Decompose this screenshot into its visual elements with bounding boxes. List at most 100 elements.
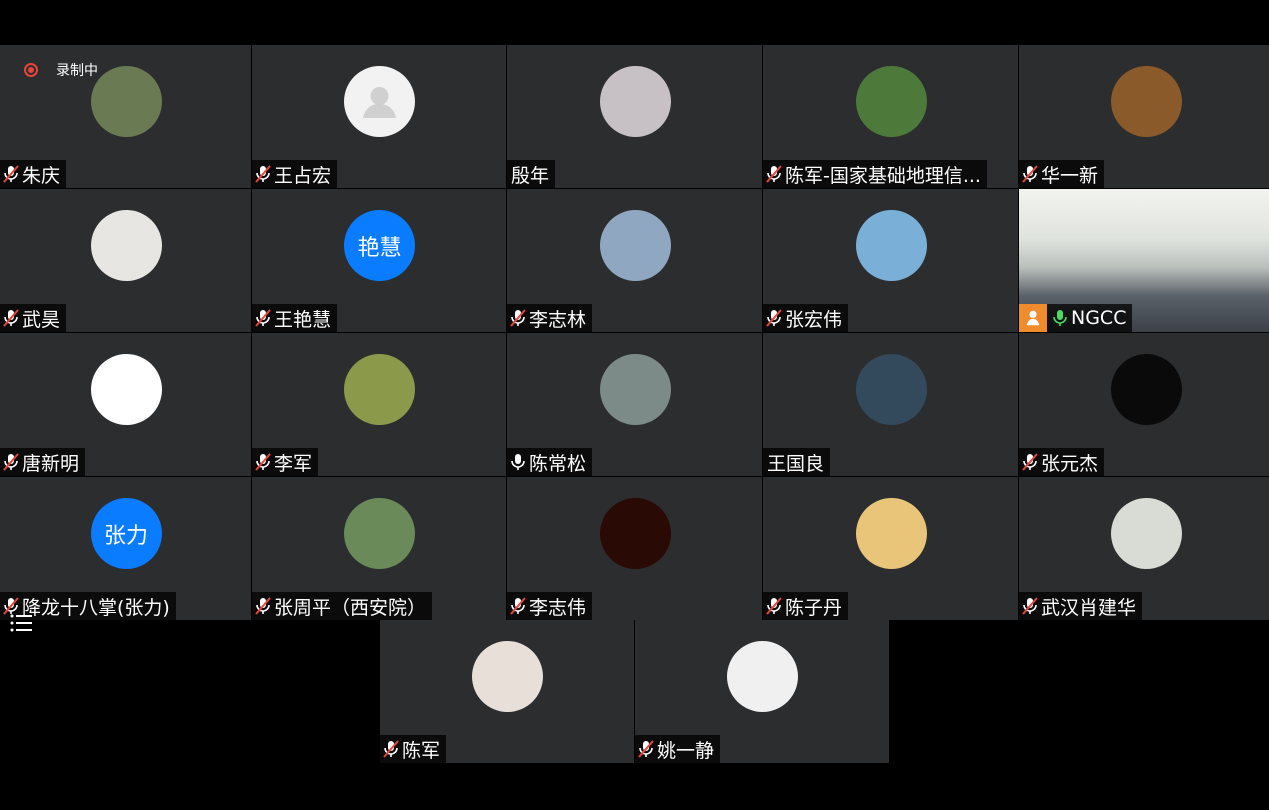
participant-name: 陈军: [402, 739, 441, 762]
participant-namebar: 李志林: [507, 304, 593, 332]
mic-muted-icon: [255, 597, 271, 615]
mic-on-icon: [1053, 310, 1067, 326]
mic-muted-icon: [383, 740, 399, 758]
mic-muted-icon: [255, 165, 271, 183]
mic-muted-icon: [510, 597, 526, 615]
avatar: [599, 66, 671, 137]
participant-namebar: 陈军: [380, 735, 447, 763]
participant-namebar: 武昊: [0, 304, 67, 332]
avatar: [727, 641, 798, 712]
participant-tile[interactable]: 殷年: [507, 45, 762, 188]
avatar: [855, 354, 927, 425]
mic-muted-icon: [766, 309, 782, 327]
participant-namebar: 张周平（西安院）: [252, 592, 433, 620]
avatar-initials: 艳慧: [344, 210, 415, 281]
participant-namebar: 姚一静: [635, 735, 721, 763]
participant-tile[interactable]: 武昊: [0, 189, 251, 332]
participant-tile[interactable]: 李志林: [507, 189, 762, 332]
participant-tile[interactable]: NGCC: [1019, 189, 1269, 332]
participant-namebar: 朱庆: [0, 160, 67, 188]
participant-tile[interactable]: 陈军: [380, 620, 634, 763]
avatar: [90, 210, 162, 281]
participant-name: 朱庆: [22, 164, 61, 187]
participant-tile[interactable]: 王国良: [763, 333, 1018, 476]
participant-tile[interactable]: 姚一静: [635, 620, 889, 763]
avatar: [599, 498, 671, 569]
participant-tile[interactable]: 陈常松: [507, 333, 762, 476]
mic-muted-icon: [255, 453, 271, 471]
mic-muted-icon: [1022, 165, 1038, 183]
participant-tile[interactable]: 陈子丹: [763, 477, 1018, 620]
mic-muted-icon: [255, 309, 271, 327]
participant-namebar: 陈子丹: [763, 592, 849, 620]
participant-name: 华一新: [1041, 164, 1099, 187]
participant-namebar: NGCC: [1019, 304, 1133, 332]
participant-namebar: 王国良: [763, 448, 831, 476]
participant-name: 姚一静: [657, 739, 715, 762]
participant-tile[interactable]: 王占宏: [252, 45, 506, 188]
participant-tile[interactable]: 张元杰: [1019, 333, 1269, 476]
participant-tile[interactable]: 华一新: [1019, 45, 1269, 188]
mic-muted-icon: [1022, 453, 1038, 471]
participant-tile[interactable]: 李志伟: [507, 477, 762, 620]
participant-namebar: 王占宏: [252, 160, 338, 188]
avatar: [344, 354, 415, 425]
avatar: [855, 66, 927, 137]
participant-namebar: 陈军-国家基础地理信...: [763, 160, 987, 188]
recording-indicator[interactable]: 录制中: [24, 60, 98, 80]
participant-tile[interactable]: 张力 降龙十八掌(张力): [0, 477, 251, 620]
participant-grid-bottom: 陈军 姚一静: [380, 620, 889, 763]
avatar: [90, 66, 162, 137]
avatar: [472, 641, 543, 712]
participant-name: 王占宏: [274, 164, 332, 187]
participant-tile[interactable]: 武汉肖建华: [1019, 477, 1269, 620]
participant-tile[interactable]: 张周平（西安院）: [252, 477, 506, 620]
participant-grid: 朱庆 王占宏 殷年 陈军-国家基础地理信... 华一新 武昊 艳慧 王艳慧 李志林 张宏伟 NGCC…: [0, 45, 1269, 620]
participant-tile[interactable]: 张宏伟: [763, 189, 1018, 332]
participant-name: 张周平（西安院）: [274, 596, 427, 619]
participant-tile[interactable]: 唐新明: [0, 333, 251, 476]
participant-tile[interactable]: 艳慧王艳慧: [252, 189, 506, 332]
mic-muted-icon: [3, 453, 19, 471]
participant-name: 李志林: [529, 308, 587, 331]
avatar-initials: 张力: [90, 498, 162, 569]
avatar: [344, 498, 415, 569]
mic-muted-icon: [766, 597, 782, 615]
participant-name: 殷年: [511, 164, 550, 187]
avatar: [1111, 498, 1182, 569]
participant-namebar: 唐新明: [0, 448, 86, 476]
participant-namebar: 陈常松: [507, 448, 593, 476]
avatar: [1111, 354, 1182, 425]
participant-name: 陈子丹: [785, 596, 843, 619]
participant-name: 王国良: [767, 452, 825, 475]
mic-muted-icon: [3, 309, 19, 327]
avatar: [855, 498, 927, 569]
participant-name: 李志伟: [529, 596, 587, 619]
mic-muted-icon: [638, 740, 654, 758]
user-icon: [1019, 304, 1047, 332]
avatar: [344, 66, 415, 137]
participant-namebar: 王艳慧: [252, 304, 338, 332]
participant-name: 王艳慧: [274, 308, 332, 331]
mic-muted-icon: [510, 309, 526, 327]
participant-name: 张宏伟: [785, 308, 843, 331]
participant-namebar: 张元杰: [1019, 448, 1105, 476]
mic-muted-icon: [766, 165, 782, 183]
participant-namebar: 张宏伟: [763, 304, 849, 332]
participant-name: 陈军-国家基础地理信...: [785, 164, 981, 187]
participant-name: 李军: [274, 452, 313, 475]
participant-name: 张元杰: [1041, 452, 1099, 475]
participant-list-icon[interactable]: [8, 612, 34, 634]
participant-name: NGCC: [1071, 307, 1127, 329]
participant-name: 陈常松: [529, 452, 587, 475]
participant-namebar: 殷年: [507, 160, 556, 188]
participant-namebar: 华一新: [1019, 160, 1105, 188]
mic-muted-icon: [1022, 597, 1038, 615]
participant-name: 武汉肖建华: [1041, 596, 1137, 619]
participant-namebar: 武汉肖建华: [1019, 592, 1143, 620]
participant-name: 唐新明: [22, 452, 80, 475]
avatar: [599, 210, 671, 281]
participant-tile[interactable]: 李军: [252, 333, 506, 476]
participant-tile[interactable]: 陈军-国家基础地理信...: [763, 45, 1018, 188]
recording-label: 录制中: [56, 63, 98, 79]
